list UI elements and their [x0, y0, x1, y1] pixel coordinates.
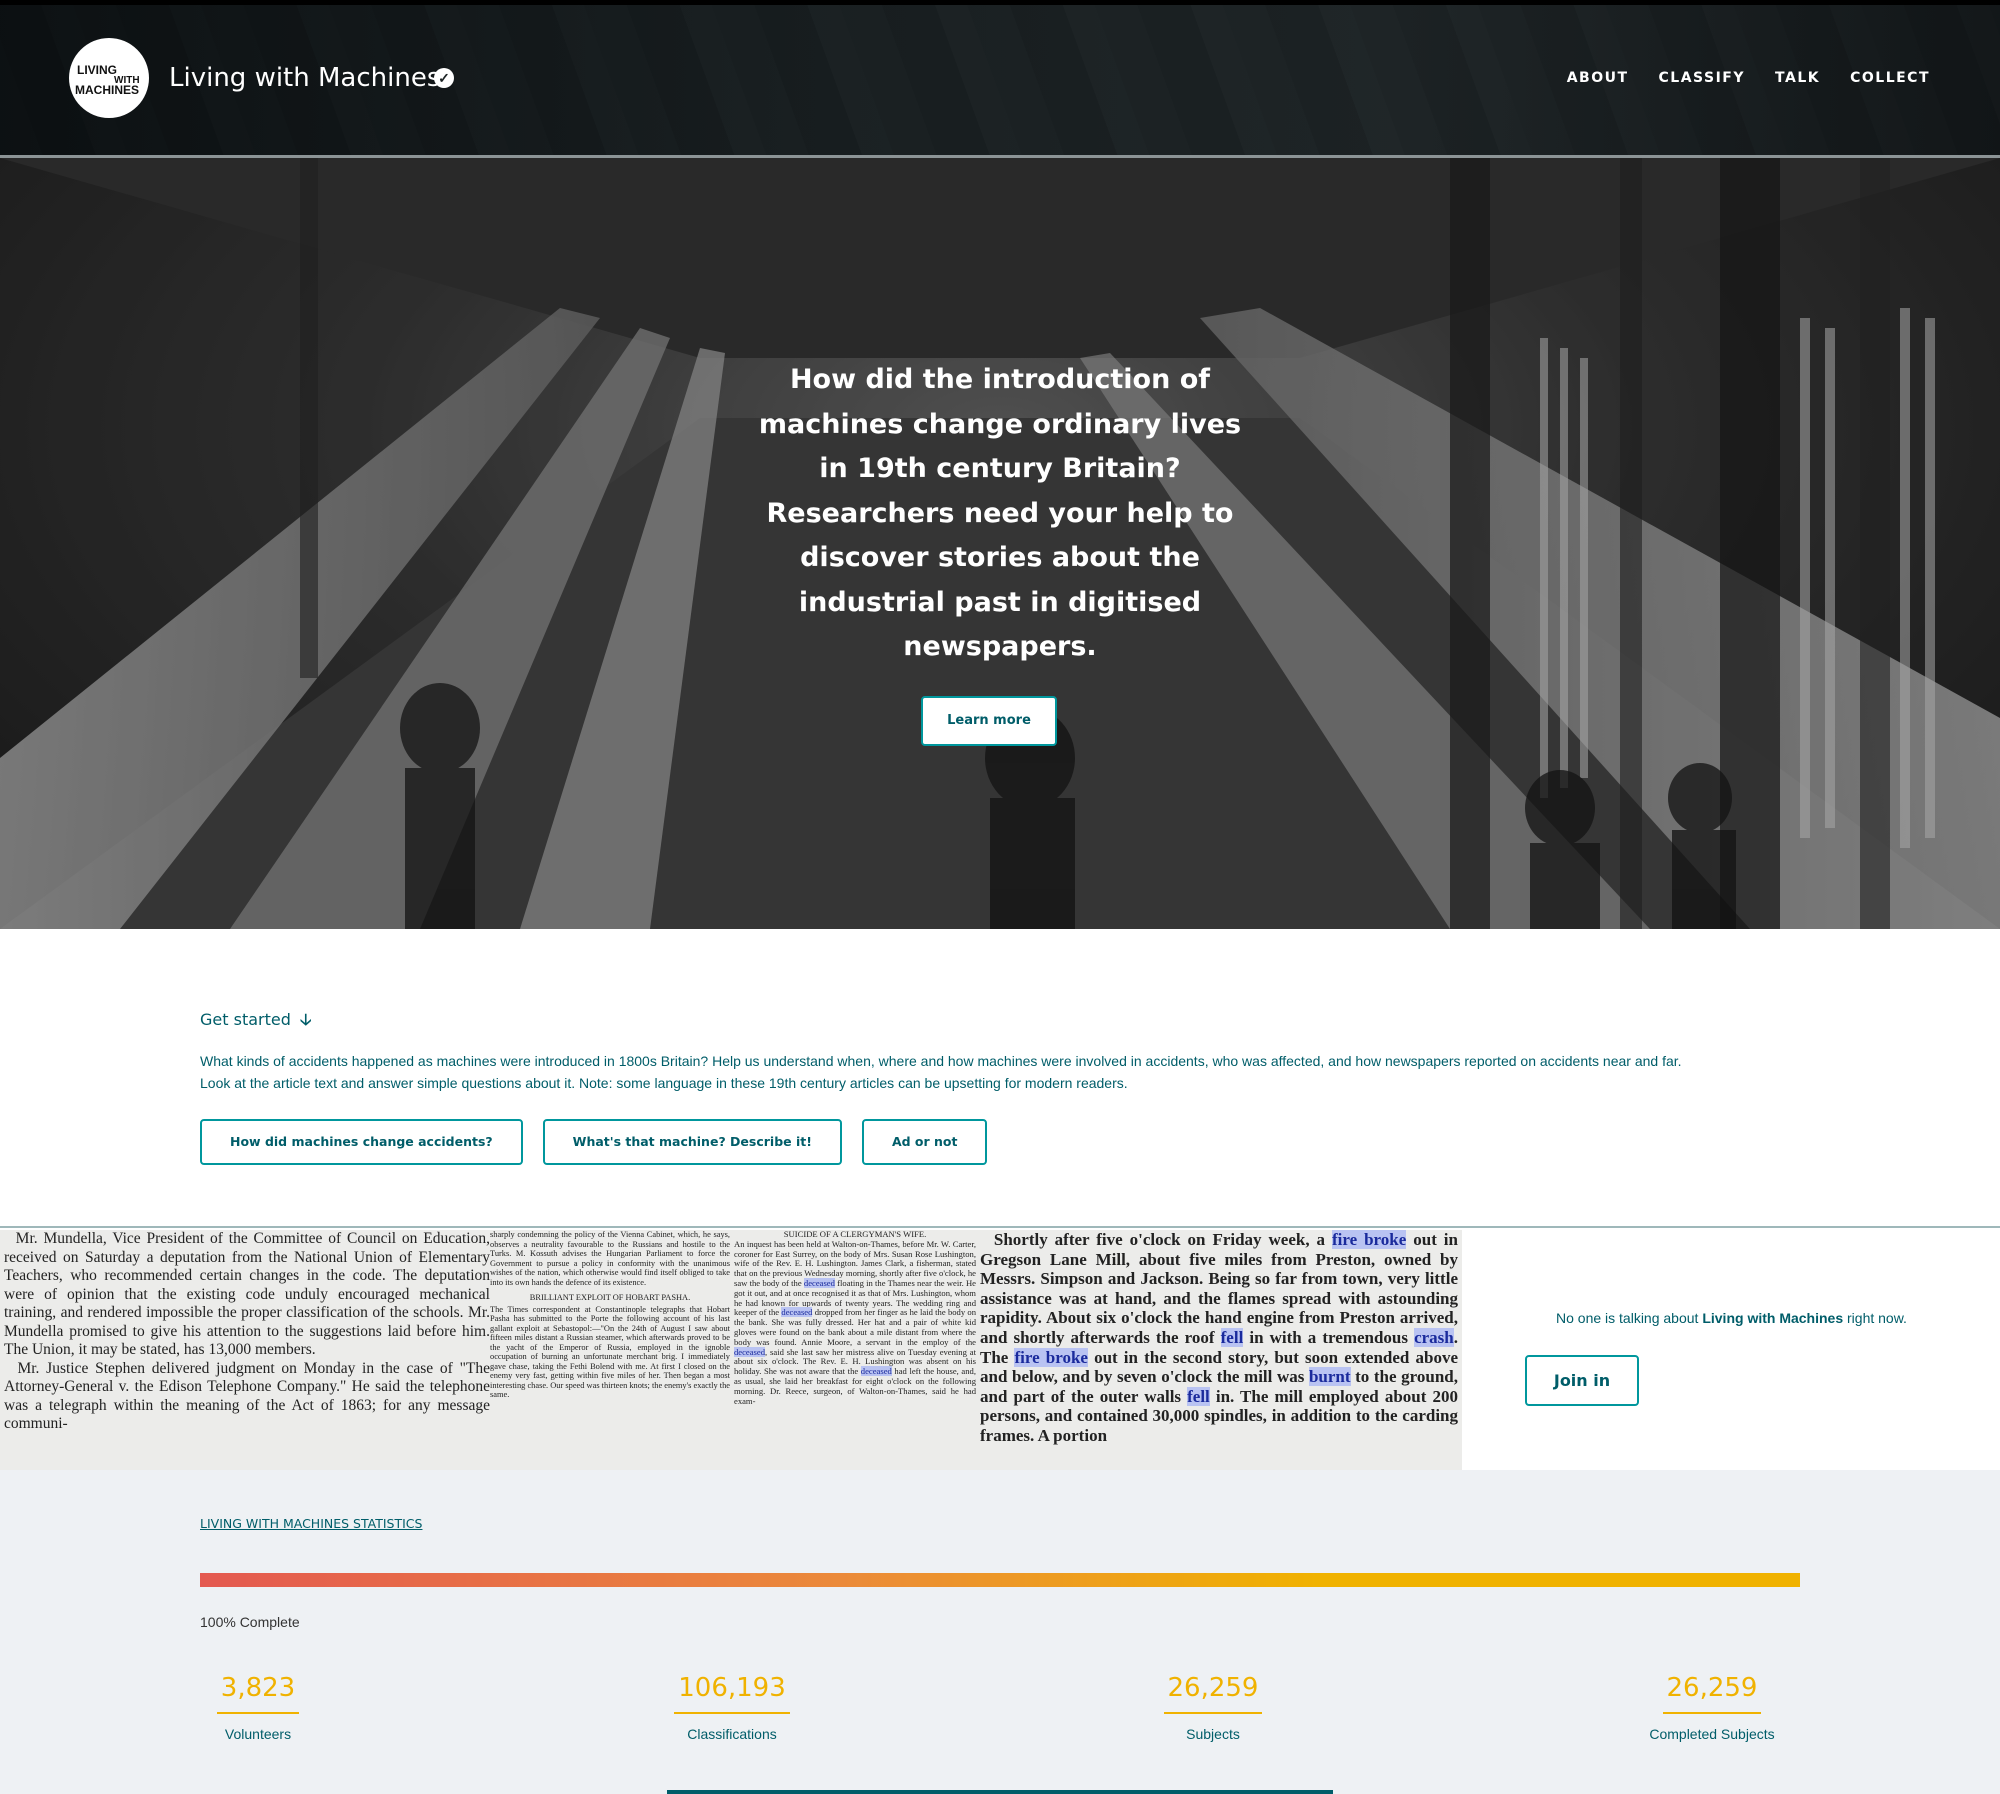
newspaper-column-1: Mr. Mundella, Vice President of the Comm… — [4, 1230, 490, 1432]
talk-message-project: Living with Machines — [1702, 1310, 1844, 1326]
get-started-heading: Get started 🡣 — [200, 1006, 311, 1034]
nav-classify[interactable]: CLASSIFY — [1659, 66, 1745, 90]
verified-badge-icon: ✓ — [434, 68, 454, 88]
project-description: What kinds of accidents happened as mach… — [200, 1050, 1830, 1094]
completion-progress-fill — [200, 1573, 1800, 1587]
arrow-down-icon: 🡣 — [299, 1010, 312, 1029]
hero-banner: How did the introduction of machines cha… — [0, 158, 2000, 929]
talk-message-prefix: No one is talking about — [1556, 1310, 1703, 1326]
stat-subjects-value: 26,259 — [1163, 1670, 1263, 1714]
nav-collect[interactable]: COLLECT — [1850, 66, 1930, 90]
workflow-buttons: How did machines change accidents? What'… — [200, 1119, 988, 1165]
statistics-section: LIVING WITH MACHINES STATISTICS 100% Com… — [0, 1470, 2000, 1794]
join-in-button[interactable]: Join in — [1525, 1355, 1639, 1406]
workflow-machine-button[interactable]: What's that machine? Describe it! — [542, 1119, 842, 1165]
stat-subjects-label: Subjects — [1186, 1726, 1240, 1742]
stat-completed-subjects: 26,259 Completed Subjects — [1630, 1670, 1794, 1744]
newspaper-subject-image[interactable]: Mr. Mundella, Vice President of the Comm… — [0, 1230, 1462, 1472]
hero-headline: How did the introduction of machines cha… — [758, 364, 1242, 662]
stat-completed-subjects-label: Completed Subjects — [1649, 1726, 1775, 1742]
header-top-bar — [0, 0, 2000, 5]
section-indicator-bar — [667, 1790, 1333, 1794]
stat-classifications-label: Classifications — [687, 1726, 777, 1742]
site-header: LIVING WITH MACHINES Living with Machine… — [0, 0, 2000, 158]
talk-section: Mr. Mundella, Vice President of the Comm… — [0, 1226, 2000, 1472]
stat-subjects: 26,259 Subjects — [1163, 1670, 1263, 1744]
newspaper-column-4: Shortly after five o'clock on Friday wee… — [980, 1230, 1458, 1445]
stat-volunteers: 3,823 Volunteers — [212, 1670, 304, 1744]
description-line-1: What kinds of accidents happened as mach… — [200, 1053, 1682, 1069]
logo-text-machines: MACHINES — [75, 83, 140, 97]
learn-more-button[interactable]: Learn more — [921, 696, 1057, 746]
stat-classifications-value: 106,193 — [674, 1670, 790, 1714]
statistics-heading-link[interactable]: LIVING WITH MACHINES STATISTICS — [200, 1514, 422, 1534]
project-logo[interactable]: LIVING WITH MACHINES — [69, 38, 149, 118]
workflow-accidents-button[interactable]: How did machines change accidents? — [200, 1119, 523, 1165]
main-nav: ABOUT CLASSIFY TALK COLLECT — [1567, 66, 1930, 90]
get-started-label: Get started — [200, 1010, 291, 1029]
newspaper-column-2: sharply condemning the policy of the Vie… — [490, 1230, 730, 1399]
talk-message: No one is talking about Living with Mach… — [1556, 1307, 1907, 1329]
completion-label: 100% Complete — [200, 1614, 300, 1630]
logo-text-living: LIVING — [77, 63, 118, 77]
stat-volunteers-value: 3,823 — [216, 1670, 300, 1714]
completion-progress-bar — [200, 1573, 1800, 1587]
newspaper-column-3: SUICIDE OF A CLERGYMAN'S WIFE. An inques… — [734, 1230, 976, 1406]
talk-message-suffix: right now. — [1843, 1310, 1907, 1326]
nav-about[interactable]: ABOUT — [1567, 66, 1629, 90]
nav-talk[interactable]: TALK — [1775, 66, 1820, 90]
workflow-ad-button[interactable]: Ad or not — [861, 1119, 988, 1165]
stat-volunteers-label: Volunteers — [224, 1726, 292, 1742]
description-line-2: Look at the article text and answer simp… — [200, 1075, 1128, 1091]
stat-classifications: 106,193 Classifications — [672, 1670, 792, 1744]
stat-completed-subjects-value: 26,259 — [1662, 1670, 1762, 1714]
project-title[interactable]: Living with Machines — [169, 58, 440, 98]
